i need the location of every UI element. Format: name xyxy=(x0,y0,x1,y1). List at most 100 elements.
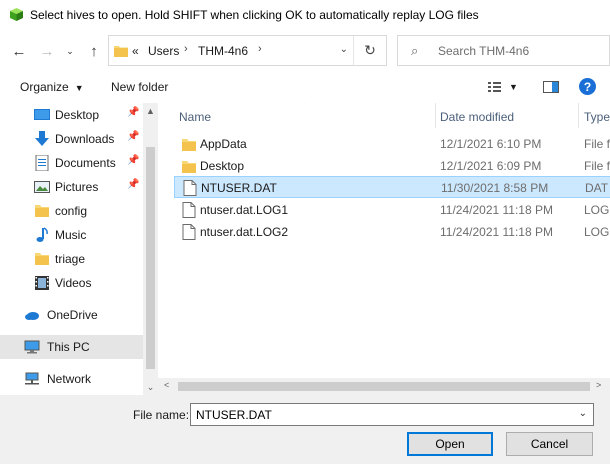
file-row-ntuser-dat-log1[interactable]: ntuser.dat.LOG1 11/24/2021 11:18 PM LOG1 xyxy=(174,199,610,221)
help-icon[interactable]: ? xyxy=(579,78,596,95)
nav-item-network[interactable]: Network xyxy=(0,367,143,391)
back-arrow-icon[interactable]: ← xyxy=(9,41,29,61)
file-name-input[interactable]: NTUSER.DAT ⌄ xyxy=(190,403,594,426)
nav-item-config[interactable]: config xyxy=(0,199,143,223)
pin-icon[interactable]: 📌 xyxy=(127,107,139,118)
column-header-type[interactable]: Type xyxy=(584,103,610,128)
download-icon xyxy=(35,131,49,146)
scrollbar-thumb[interactable] xyxy=(178,382,590,391)
file-name: NTUSER.DAT xyxy=(201,181,277,195)
pin-icon[interactable]: 📌 xyxy=(127,131,139,142)
search-box[interactable]: ⌕ Search THM-4n6 xyxy=(397,35,610,66)
sort-ascending-icon: ⌃ xyxy=(299,103,308,111)
up-arrow-icon[interactable]: ↑ xyxy=(84,41,104,61)
chevron-down-icon[interactable]: ⌄ xyxy=(579,408,587,419)
breadcrumb-thm-4n6[interactable]: THM-4n6 xyxy=(198,44,248,58)
address-bar[interactable]: « Users › THM-4n6 › ⌄ ↻ xyxy=(108,35,387,66)
open-button[interactable]: Open xyxy=(407,432,493,456)
file-list: ⌃ Name Date modified Type AppData 12/1/2… xyxy=(158,103,610,378)
folder-icon xyxy=(114,46,128,57)
column-header-name[interactable]: Name xyxy=(179,103,211,128)
cloud-icon xyxy=(25,312,39,320)
scroll-down-icon[interactable]: ⌄ xyxy=(143,382,158,393)
cancel-button[interactable]: Cancel xyxy=(506,432,593,456)
breadcrumb-separator[interactable]: › xyxy=(258,43,262,55)
pictures-icon xyxy=(34,181,50,193)
navigation-pane-scrollbar[interactable]: ▲ ⌄ xyxy=(143,103,158,398)
nav-item-label: Music xyxy=(55,228,87,242)
nav-item-triage[interactable]: triage xyxy=(0,247,143,271)
nav-item-music[interactable]: Music xyxy=(0,223,143,247)
file-name: Desktop xyxy=(200,159,245,173)
folder-icon xyxy=(182,139,196,151)
new-folder-button[interactable]: New folder xyxy=(111,80,168,94)
column-header-date-modified[interactable]: Date modified xyxy=(440,103,514,128)
view-dropdown-chevron-icon[interactable]: ▼ xyxy=(509,82,518,92)
forward-arrow-icon[interactable]: → xyxy=(37,41,57,61)
pin-icon[interactable]: 📌 xyxy=(127,179,139,190)
folder-icon xyxy=(35,253,49,265)
preview-pane-icon[interactable] xyxy=(543,80,559,94)
folder-icon xyxy=(182,161,196,173)
file-date: 11/24/2021 11:18 PM xyxy=(440,203,553,217)
computer-icon xyxy=(24,340,40,354)
file-row-appdata[interactable]: AppData 12/1/2021 6:10 PM File f xyxy=(174,133,610,155)
nav-item-downloads[interactable]: Downloads 📌 xyxy=(0,127,143,151)
file-type: File f xyxy=(584,159,610,173)
scroll-right-icon[interactable]: > xyxy=(596,380,601,390)
nav-item-label: OneDrive xyxy=(47,308,98,322)
nav-item-videos[interactable]: Videos xyxy=(0,271,143,295)
chevron-down-icon: ▼ xyxy=(74,83,84,93)
file-name: AppData xyxy=(200,137,247,151)
address-dropdown-chevron-icon[interactable]: ⌄ xyxy=(340,44,348,55)
nav-item-this-pc[interactable]: This PC xyxy=(0,335,143,359)
breadcrumb-separator[interactable]: › xyxy=(184,43,188,55)
nav-item-label: Network xyxy=(47,372,92,386)
registry-cube-icon xyxy=(10,8,23,21)
column-divider[interactable] xyxy=(435,103,436,128)
scroll-left-icon[interactable]: < xyxy=(164,380,169,390)
file-name-label: File name: xyxy=(133,408,190,422)
file-name-value: NTUSER.DAT xyxy=(196,408,272,422)
pin-icon[interactable]: 📌 xyxy=(127,155,139,166)
file-row-ntuser-dat[interactable]: NTUSER.DAT 11/30/2021 8:58 PM DAT F xyxy=(174,176,610,198)
view-options-icon[interactable] xyxy=(488,80,504,94)
file-date: 11/30/2021 8:58 PM xyxy=(441,181,549,195)
nav-item-documents[interactable]: Documents 📌 xyxy=(0,151,143,175)
title-bar: Select hives to open. Hold SHIFT when cl… xyxy=(0,0,610,31)
file-type: DAT F xyxy=(585,181,610,195)
search-icon: ⌕ xyxy=(411,43,419,58)
folder-icon xyxy=(35,205,49,217)
file-date: 12/1/2021 6:10 PM xyxy=(440,137,542,151)
scroll-up-icon[interactable]: ▲ xyxy=(143,106,158,116)
breadcrumb-users[interactable]: Users xyxy=(148,44,179,58)
column-divider[interactable] xyxy=(578,103,579,128)
file-date: 12/1/2021 6:09 PM xyxy=(440,159,542,173)
nav-item-label: config xyxy=(55,204,88,218)
navigation-bar: ← → ⌄ ↑ « Users › THM-4n6 › ⌄ ↻ ⌕ Search… xyxy=(0,31,610,71)
organize-button[interactable]: Organize ▼ xyxy=(20,80,84,94)
file-row-desktop[interactable]: Desktop 12/1/2021 6:09 PM File f xyxy=(174,155,610,177)
nav-item-label: Pictures xyxy=(55,180,99,194)
nav-item-label: Documents xyxy=(55,156,116,170)
recent-locations-chevron-icon[interactable]: ⌄ xyxy=(60,41,80,61)
file-list-horizontal-scrollbar[interactable]: < > xyxy=(158,378,610,395)
nav-item-label: Desktop xyxy=(55,108,100,122)
nav-item-pictures[interactable]: Pictures 📌 xyxy=(0,175,143,199)
nav-item-label: Videos xyxy=(55,276,92,290)
nav-item-desktop[interactable]: Desktop 📌 xyxy=(0,103,143,127)
file-row-ntuser-dat-log2[interactable]: ntuser.dat.LOG2 11/24/2021 11:18 PM LOG2 xyxy=(174,221,610,243)
file-type: File f xyxy=(584,137,610,151)
nav-item-onedrive[interactable]: OneDrive xyxy=(0,303,143,327)
file-name: ntuser.dat.LOG1 xyxy=(200,203,289,217)
organize-label: Organize xyxy=(20,80,69,94)
refresh-icon[interactable]: ↻ xyxy=(353,36,386,65)
file-type: LOG2 xyxy=(584,225,610,239)
scrollbar-thumb[interactable] xyxy=(146,147,155,369)
nav-item-label: This PC xyxy=(47,340,90,354)
file-name: ntuser.dat.LOG2 xyxy=(200,225,289,239)
file-icon xyxy=(182,224,196,240)
file-type: LOG1 xyxy=(584,203,610,217)
breadcrumb-overflow[interactable]: « xyxy=(132,44,139,58)
navigation-pane: Desktop 📌 Downloads 📌 Documents 📌 Pictur… xyxy=(0,103,143,398)
